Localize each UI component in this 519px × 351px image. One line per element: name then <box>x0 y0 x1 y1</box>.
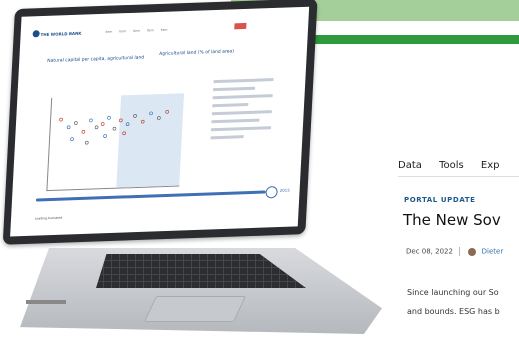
top-nav: Data Tools Exp <box>398 160 514 171</box>
screen-logo: THE WORLD BANK <box>40 30 82 38</box>
author-avatar <box>468 247 477 256</box>
article-kicker: PORTAL UPDATE <box>404 196 476 204</box>
author-link[interactable]: Dieter <box>482 248 504 256</box>
article-headline[interactable]: The New Sov <box>403 211 501 229</box>
nav-item-tools[interactable]: Tools <box>439 160 464 171</box>
screen-menu-item: Item <box>146 28 154 33</box>
nav-item-data[interactable]: Data <box>398 160 422 171</box>
screen-slider-knob <box>265 186 278 199</box>
screen-chart-title-left: Natural capital per capita, agricultural… <box>47 55 145 64</box>
screen-year-slider <box>35 190 266 202</box>
nav-item-explore[interactable]: Exp <box>481 160 500 171</box>
laptop-ports <box>26 300 66 304</box>
screen-slider-year: 2015 <box>279 187 290 193</box>
screen-scatter-plot <box>46 93 185 192</box>
screen-menu-item: Item <box>160 27 168 32</box>
article-body-line: and bounds. ESG has b <box>407 307 500 316</box>
article-date: Dec 08, 2022 <box>406 247 453 256</box>
laptop-lid: THE WORLD BANK Item Item Item Item Item … <box>2 0 318 245</box>
meta-separator <box>459 247 461 256</box>
laptop-screen: THE WORLD BANK Item Item Item Item Item … <box>10 6 310 237</box>
article-meta: Dec 08, 2022 Dieter <box>406 247 503 256</box>
screen-side-panel <box>210 78 274 144</box>
screen-menu-item: Item <box>105 29 113 34</box>
globe-icon <box>32 30 40 38</box>
screen-footer-text: Loading Animated <box>34 215 63 221</box>
screen-menu-item: Item <box>132 28 141 33</box>
screen-menu-item: Item <box>119 29 127 34</box>
laptop-trackpad <box>143 296 247 322</box>
screen-menu: Item Item Item Item Item <box>105 27 173 34</box>
plot-points <box>59 110 169 145</box>
nav-divider <box>398 176 519 177</box>
screen-chart-title-right: Agricultural land (% of land area) <box>159 49 235 58</box>
screen-button <box>234 22 247 30</box>
article-body-line: Since launching our So <box>407 288 499 297</box>
